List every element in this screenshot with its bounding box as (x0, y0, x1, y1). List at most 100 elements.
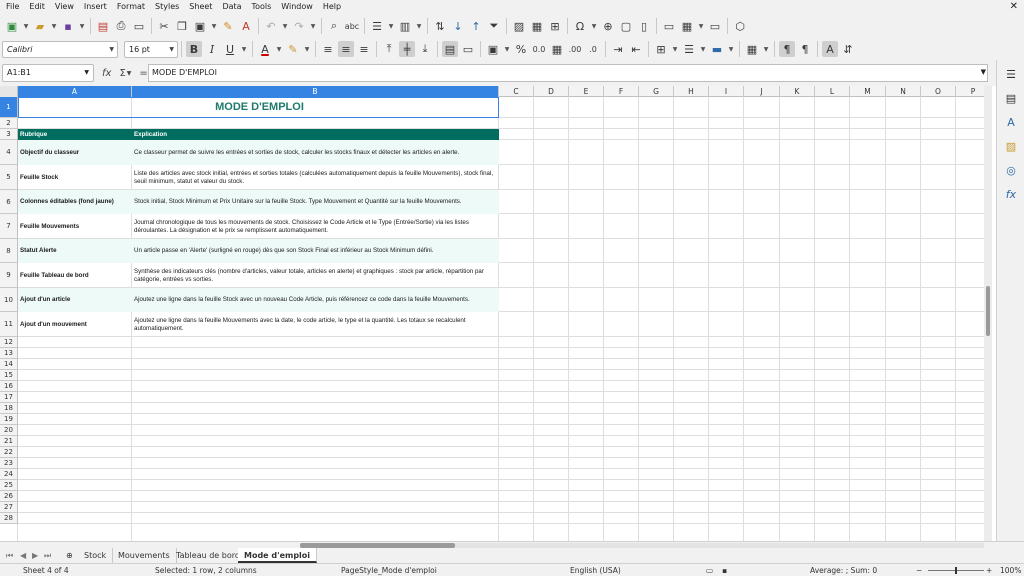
menu-file[interactable]: File (0, 0, 24, 14)
row-header[interactable]: 7 (0, 214, 18, 239)
border-color-icon[interactable]: ▬ (709, 41, 725, 57)
formula-input[interactable]: MODE D'EMPLOI (148, 64, 988, 82)
menu-format[interactable]: Format (112, 0, 150, 14)
menu-data[interactable]: Data (217, 0, 246, 14)
row-header[interactable]: 16 (0, 381, 18, 392)
pivot-table-icon[interactable]: ⊞ (547, 18, 563, 34)
add-sheet-icon[interactable]: ⊕ (66, 551, 73, 560)
selection-mode-icon[interactable]: ▭ (706, 566, 713, 575)
italic-icon[interactable]: I (204, 41, 220, 57)
headers-footers-icon[interactable]: ▯ (636, 18, 652, 34)
font-name-box[interactable]: Calibri ▼ (2, 40, 118, 58)
zoom-slider-knob[interactable] (955, 567, 957, 574)
currency-dropdown-icon[interactable]: ▼ (503, 41, 511, 57)
gallery-icon[interactable]: ▨ (1003, 138, 1019, 154)
hyperlink-icon[interactable]: ⊕ (600, 18, 616, 34)
menu-sheet[interactable]: Sheet (184, 0, 217, 14)
last-sheet-icon[interactable]: ⏭ (44, 551, 51, 561)
horizontal-scrollbar[interactable] (300, 543, 984, 548)
currency-format-icon[interactable]: ▣ (485, 41, 501, 57)
header-cell-explication[interactable]: Explication (132, 129, 499, 140)
align-top-icon[interactable]: ⤒ (381, 41, 397, 57)
conditional-dropdown-icon[interactable]: ▼ (762, 41, 770, 57)
formula-equals-icon[interactable]: = (139, 68, 147, 79)
redo-icon[interactable]: ↷ (291, 18, 307, 34)
column-header[interactable]: N (886, 86, 921, 97)
define-print-area-icon[interactable]: ▭ (661, 18, 677, 34)
row-header[interactable]: 18 (0, 403, 18, 414)
column-header[interactable]: O (921, 86, 956, 97)
comment-icon[interactable]: ▢ (618, 18, 634, 34)
export-pdf-icon[interactable]: ▤ (95, 18, 111, 34)
horizontal-scroll-thumb[interactable] (300, 543, 455, 548)
delete-decimal-icon[interactable]: .0 (585, 41, 601, 57)
menu-tools[interactable]: Tools (247, 0, 277, 14)
column-header[interactable]: A (18, 86, 132, 97)
tab-stock[interactable]: Stock (78, 548, 114, 563)
menu-window[interactable]: Window (276, 0, 318, 14)
row-header[interactable]: 14 (0, 359, 18, 370)
column-header[interactable]: H (674, 86, 709, 97)
column-header[interactable]: C (499, 86, 534, 97)
sidebar-menu-icon[interactable]: ☰ (1003, 66, 1019, 82)
print-preview-icon[interactable]: ▭ (131, 18, 147, 34)
column-header[interactable]: M (850, 86, 886, 97)
conditional-format-icon[interactable]: ▦ (744, 41, 760, 57)
clone-formatting-icon[interactable]: ✎ (220, 18, 236, 34)
add-decimal-icon[interactable]: .00 (567, 41, 583, 57)
explication-cell[interactable]: Un article passe en 'Alerte' (surligné e… (132, 239, 499, 263)
close-document-icon[interactable]: ✕ (1010, 0, 1018, 14)
tab-mouvements[interactable]: Mouvements (112, 548, 177, 563)
column-header[interactable]: J (744, 86, 780, 97)
chart-icon[interactable]: ▦ (529, 18, 545, 34)
page-style[interactable]: PageStyle_Mode d'emploi (341, 566, 437, 575)
border-color-dropdown-icon[interactable]: ▼ (727, 41, 735, 57)
undo-dropdown-icon[interactable]: ▼ (281, 18, 289, 34)
freeze-dropdown-icon[interactable]: ▼ (697, 18, 705, 34)
clear-formatting-icon[interactable]: A (238, 18, 254, 34)
new-icon[interactable]: ▣ (4, 18, 20, 34)
rubrique-cell[interactable]: Colonnes éditables (fond jaune) (18, 190, 132, 214)
increase-indent-icon[interactable]: ⇥ (610, 41, 626, 57)
open-icon[interactable]: ▰ (32, 18, 48, 34)
column-header[interactable]: L (815, 86, 850, 97)
number-format-icon[interactable]: 0.0 (531, 41, 547, 57)
language[interactable]: English (USA) (570, 566, 621, 575)
column-icon[interactable]: ▥ (397, 18, 413, 34)
explication-cell[interactable]: Liste des articles avec stock initial, e… (132, 165, 499, 190)
row-header[interactable]: 9 (0, 263, 18, 288)
spelling-icon[interactable]: abc (344, 18, 360, 34)
underline-dropdown-icon[interactable]: ▼ (240, 41, 248, 57)
zoom-out-icon[interactable]: − (916, 566, 922, 575)
zoom-level[interactable]: 100% (1000, 566, 1021, 575)
explication-cell[interactable]: Synthèse des indicateurs clés (nombre d'… (132, 263, 499, 288)
menu-edit[interactable]: Edit (24, 0, 50, 14)
row-header[interactable]: 13 (0, 348, 18, 359)
redo-dropdown-icon[interactable]: ▼ (309, 18, 317, 34)
expand-formula-bar-icon[interactable]: ▼ (981, 68, 986, 76)
menu-insert[interactable]: Insert (79, 0, 112, 14)
row-header[interactable]: 19 (0, 414, 18, 425)
vertical-scrollbar[interactable] (984, 86, 992, 541)
wrap-text-icon[interactable]: ▤ (442, 41, 458, 57)
paste-icon[interactable]: ▣ (192, 18, 208, 34)
row-header[interactable]: 6 (0, 190, 18, 214)
image-icon[interactable]: ▨ (511, 18, 527, 34)
spreadsheet-grid[interactable]: ABCDEFGHIJKLMNOP 1 2 3 4 5 6 7 8 9 10 11 12 13 14 15 16… (0, 86, 984, 541)
sum-dropdown-icon[interactable]: ▼ (127, 70, 132, 77)
rubrique-cell[interactable]: Objectif du classeur (18, 140, 132, 165)
explication-cell[interactable]: Ajoutez une ligne dans la feuille Stock … (132, 288, 499, 312)
align-center-icon[interactable]: ≡ (338, 41, 354, 57)
decrease-indent-icon[interactable]: ⇤ (628, 41, 644, 57)
sort-ascending-icon[interactable]: ↓ (450, 18, 466, 34)
row-header[interactable]: 17 (0, 392, 18, 403)
select-all-corner[interactable] (0, 86, 18, 97)
column-header[interactable]: D (534, 86, 569, 97)
chevron-down-icon[interactable]: ▼ (109, 46, 114, 53)
properties-icon[interactable]: ▤ (1003, 90, 1019, 106)
cut-icon[interactable]: ✂ (156, 18, 172, 34)
left-to-right-icon[interactable]: ¶ (779, 41, 795, 57)
paste-dropdown-icon[interactable]: ▼ (210, 18, 218, 34)
date-format-icon[interactable]: ▦ (549, 41, 565, 57)
font-color-dropdown-icon[interactable]: ▼ (275, 41, 283, 57)
